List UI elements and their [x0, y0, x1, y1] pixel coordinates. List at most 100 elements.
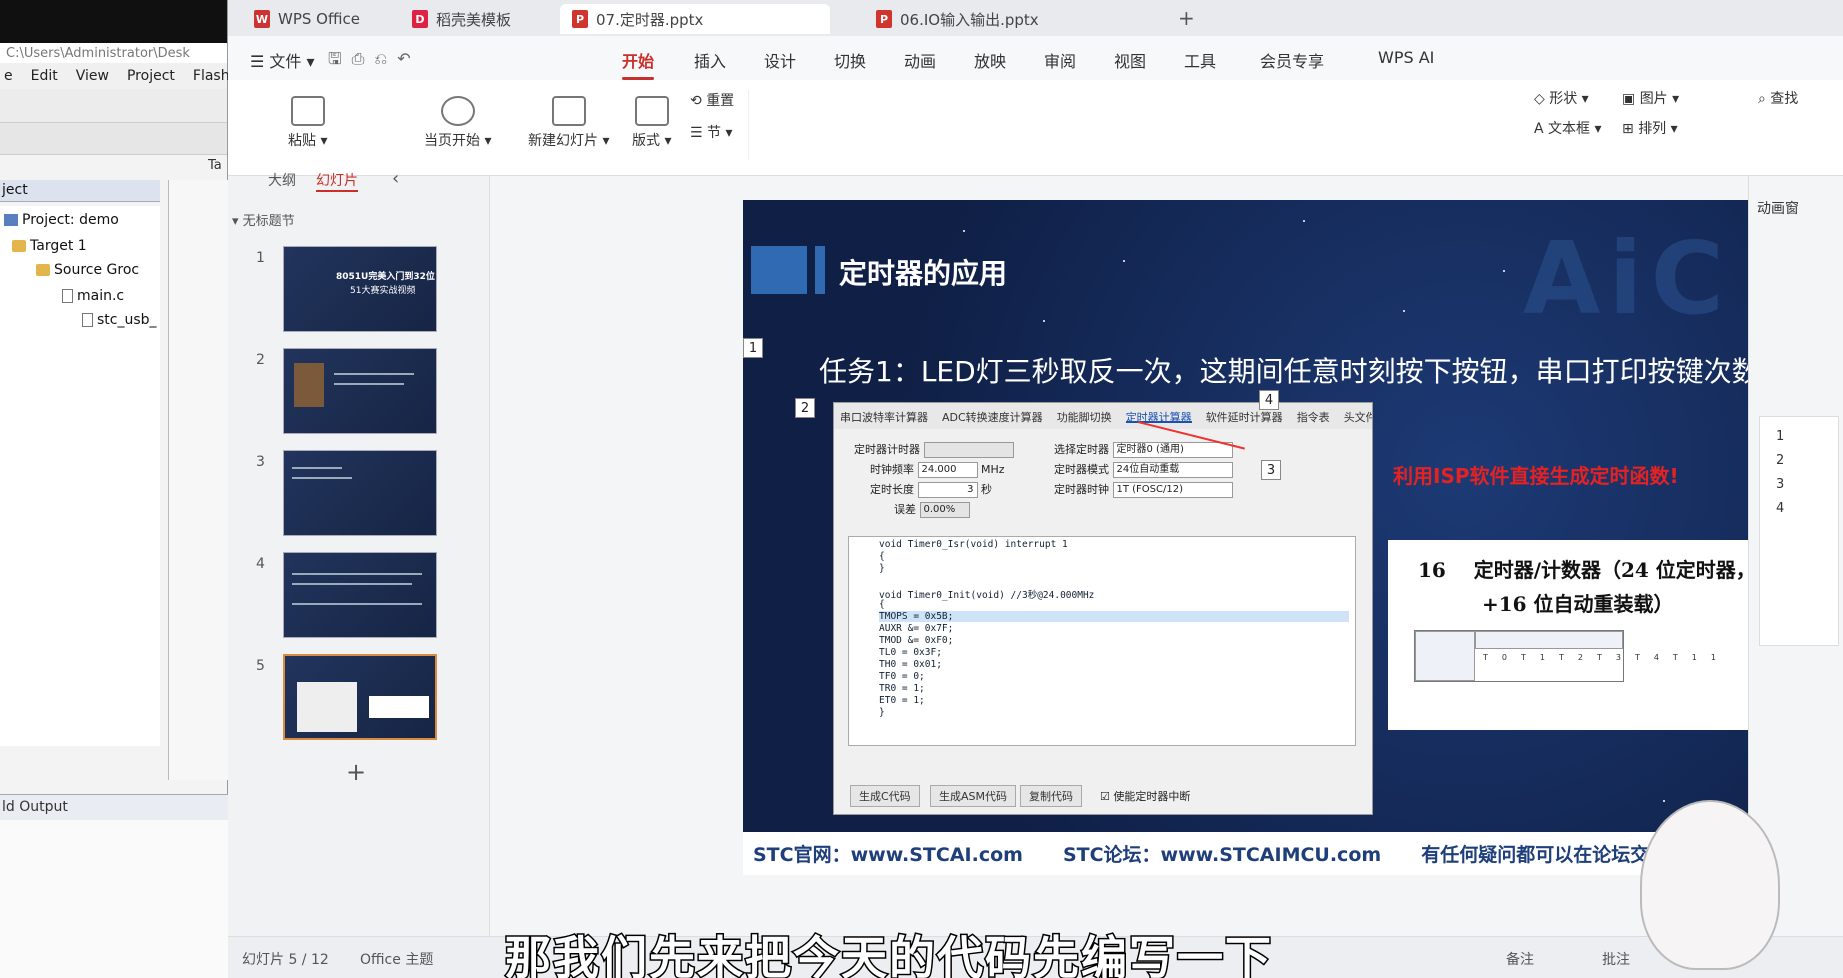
menu-view[interactable]: 视图 — [1114, 48, 1146, 72]
keil-menu-project[interactable]: Project — [127, 68, 175, 84]
slide-title[interactable]: 定时器的应用 — [839, 252, 1007, 292]
thumb-text-line — [292, 467, 342, 469]
keil-menu-view[interactable]: View — [76, 68, 109, 84]
keil-menu-edit[interactable]: Edit — [31, 68, 58, 84]
reset-button[interactable]: ⟲ 重置 — [690, 90, 734, 110]
keil-path: C:\Users\Administrator\Desk — [0, 43, 227, 63]
ppt-icon: P — [572, 10, 588, 28]
mascot-sticker — [1640, 800, 1780, 970]
dialog-tab: 指令表 — [1296, 411, 1330, 424]
layout-button[interactable]: 版式 ▾ — [632, 96, 671, 150]
theme-name[interactable]: Office 主题 — [360, 949, 433, 969]
tree-file-main[interactable]: main.c — [62, 288, 124, 304]
anim-marker-1[interactable]: 1 — [743, 338, 763, 358]
menu-tools[interactable]: 工具 — [1184, 48, 1216, 72]
tree-root[interactable]: Project: demo — [4, 212, 119, 228]
star — [1123, 260, 1125, 262]
keil-toolbar[interactable] — [0, 89, 227, 123]
textbox-button[interactable]: A 文本框 ▾ — [1534, 118, 1602, 138]
menu-home[interactable]: 开始 — [622, 48, 655, 80]
tab-template[interactable]: D 稻壳美模板 — [400, 4, 523, 34]
menu-transition[interactable]: 切换 — [834, 48, 866, 72]
menu-member[interactable]: 会员专享 — [1260, 48, 1324, 72]
tab-timer-pptx[interactable]: P 07.定时器.pptx — [560, 4, 830, 34]
tab-wps-office[interactable]: W WPS Office — [242, 4, 372, 34]
menu-review[interactable]: 审阅 — [1044, 48, 1076, 72]
anim-marker-4[interactable]: 4 — [1259, 390, 1279, 410]
menu-wps-ai[interactable]: WPS AI — [1378, 48, 1434, 67]
aic-watermark-logo: AiC — [1523, 220, 1733, 337]
tree-target[interactable]: Target 1 — [12, 238, 87, 254]
thumbnail-3[interactable] — [283, 450, 437, 536]
keil-toolbar-2[interactable] — [0, 123, 227, 155]
anim-marker-2[interactable]: 2 — [795, 398, 815, 418]
paste-button[interactable]: 粘贴 ▾ — [288, 96, 327, 150]
picture-button[interactable]: ▣ 图片 ▾ — [1622, 88, 1679, 108]
anim-item-3[interactable]: 3 — [1776, 477, 1784, 492]
paste-icon — [290, 96, 325, 126]
footer-website: STC官网：www.STCAI.com — [753, 844, 1023, 866]
tab-io-pptx[interactable]: P 06.IO输入输出.pptx — [864, 4, 1051, 34]
file-menu[interactable]: ☰ 文件 ▾ — [250, 48, 315, 72]
slides-tab[interactable]: 幻灯片 — [316, 170, 358, 192]
notes-button[interactable]: 备注 — [1506, 949, 1534, 969]
enable-interrupt-checkbox: ☑ 使能定时器中断 — [1100, 790, 1191, 803]
thumbnail-2[interactable] — [283, 348, 437, 434]
slide-task-text[interactable]: 任务1：LED灯三秒取反一次，这期间任意时刻按下按钮，串口打印按键次数。 — [819, 350, 1788, 390]
keil-menu-flash[interactable]: Flash — [193, 68, 230, 84]
layout-icon — [634, 96, 669, 126]
shape-button[interactable]: ◇ 形状 ▾ — [1534, 88, 1589, 108]
dialog-tabs: 串口波特率计算器 ADC转换速度计算器 功能脚切换 定时器计算器 软件延时计算器… — [834, 403, 1372, 429]
thumb-num: 1 — [256, 250, 265, 266]
thumbnail-5[interactable] — [283, 654, 437, 740]
new-slide-button[interactable]: 新建幻灯片 ▾ — [528, 96, 609, 150]
anim-item-2[interactable]: 2 — [1776, 453, 1784, 468]
tree-file-stc[interactable]: stc_usb_ — [82, 312, 157, 328]
search-icon: ⌕ — [1758, 91, 1766, 107]
outline-tab[interactable]: 大纲 — [268, 170, 296, 190]
animation-list[interactable]: 1 2 3 4 — [1759, 416, 1839, 646]
dialog-tab-active: 定时器计算器 — [1125, 411, 1192, 424]
red-note[interactable]: 利用ISP软件直接生成定时函数! — [1393, 460, 1679, 489]
wps-icon: W — [254, 10, 270, 28]
thumbnail-4[interactable] — [283, 552, 437, 638]
isp-timer-dialog-image[interactable]: 串口波特率计算器 ADC转换速度计算器 功能脚切换 定时器计算器 软件延时计算器… — [833, 402, 1373, 815]
ppt-icon: P — [876, 10, 892, 28]
arrange-button[interactable]: ⊞ 排列 ▾ — [1622, 118, 1678, 138]
comment-button[interactable]: 批注 — [1602, 949, 1630, 969]
project-tree: Project: demo Target 1 Source Groc main.… — [0, 206, 160, 746]
section-button[interactable]: ☰ 节 ▾ — [690, 122, 733, 142]
title-accent-block — [751, 246, 807, 294]
animation-pane: 动画窗 1 2 3 4 — [1748, 176, 1843, 936]
thumb-subtitle: 51大赛实战视频 — [350, 286, 416, 296]
star — [1503, 270, 1505, 272]
anim-item-4[interactable]: 4 — [1776, 501, 1784, 516]
dialog-tab: 软件延时计算器 — [1205, 411, 1283, 424]
section-name[interactable]: ▾ 无标题节 — [232, 210, 295, 229]
menu-animation[interactable]: 动画 — [904, 48, 936, 72]
dialog-tab: ADC转换速度计算器 — [942, 411, 1043, 424]
timer-mode-row: 定时器模式 24位自动重载 — [1054, 461, 1233, 478]
anim-item-1[interactable]: 1 — [1776, 429, 1784, 444]
quick-access-icons[interactable]: 🖫⎙⎌↶ — [328, 48, 421, 75]
slide-canvas[interactable]: AiC 定时器的应用 1 任务1：LED灯三秒取反一次，这期间任意时刻按下按钮，… — [743, 200, 1843, 875]
timer-select-row: 选择定时器 定时器0 (通用) — [1054, 441, 1233, 458]
copy-code-button: 复制代码 — [1020, 785, 1082, 807]
tree-group[interactable]: Source Groc — [36, 262, 139, 278]
gen-c-button: 生成C代码 — [850, 785, 920, 807]
thumb-num: 2 — [256, 352, 265, 368]
anim-marker-3[interactable]: 3 — [1261, 460, 1281, 480]
menu-insert[interactable]: 插入 — [694, 48, 726, 72]
menu-slideshow[interactable]: 放映 — [974, 48, 1006, 72]
from-current-button[interactable]: 当页开始 ▾ — [424, 96, 491, 150]
new-tab-icon[interactable]: + — [1178, 6, 1195, 30]
slide-thumbnail-pane: 大纲 幻灯片 ‹ ▾ 无标题节 1 8051U完美入门到32位 51大赛实战视频… — [228, 168, 490, 936]
add-slide-button[interactable]: + — [346, 758, 366, 786]
build-output-panel — [0, 820, 228, 978]
collapse-icon[interactable]: ‹ — [392, 168, 399, 189]
search-button[interactable]: ⌕ 查找 — [1758, 88, 1798, 108]
font-format-group[interactable] — [748, 90, 1248, 160]
menu-design[interactable]: 设计 — [764, 48, 796, 72]
thumbnail-1[interactable]: 8051U完美入门到32位 51大赛实战视频 — [283, 246, 437, 332]
keil-menu-file[interactable]: e — [4, 68, 13, 84]
